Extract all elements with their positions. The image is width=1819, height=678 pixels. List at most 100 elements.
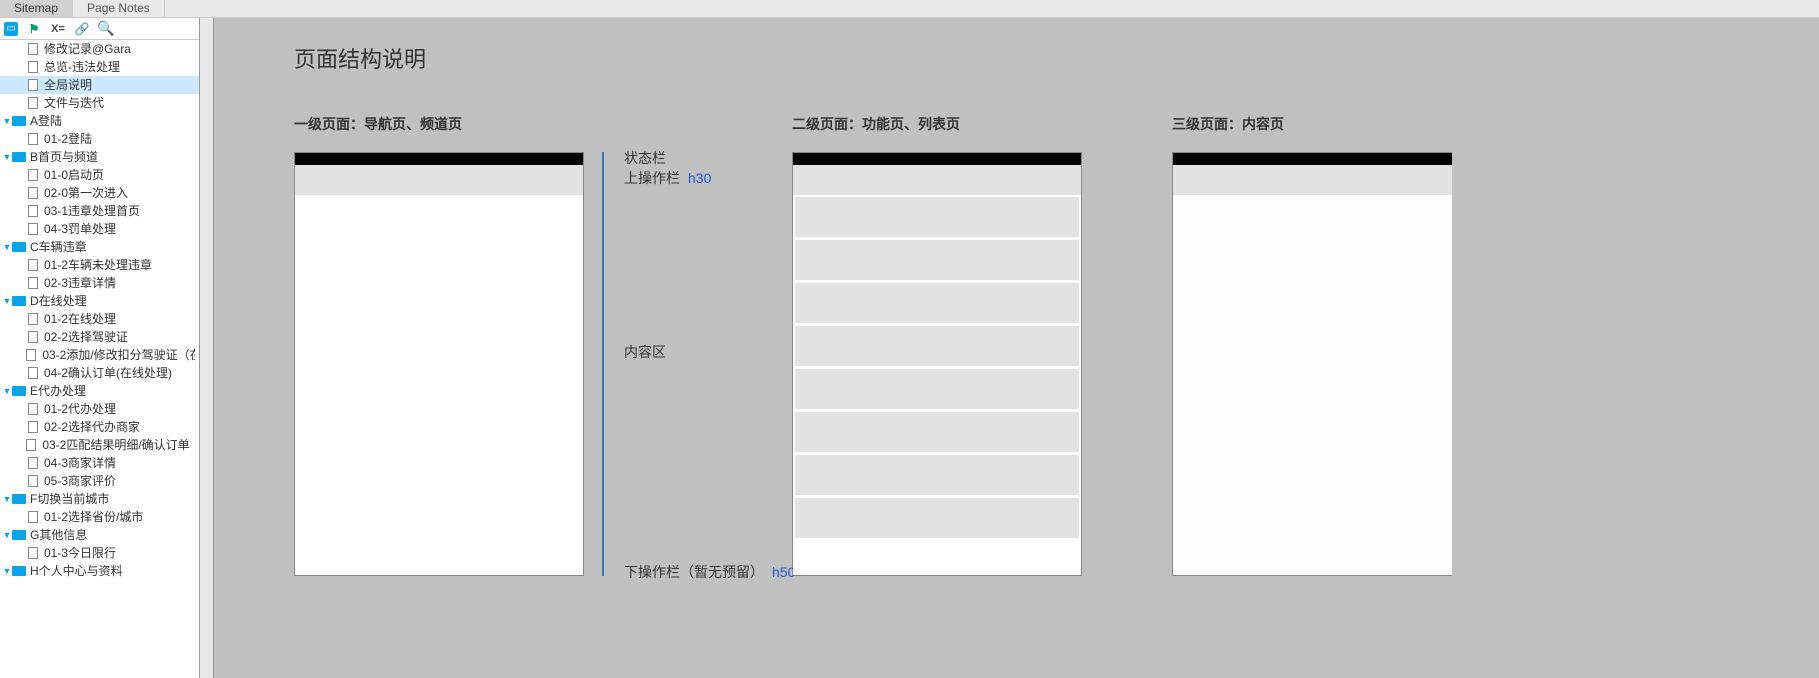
- tree-page[interactable]: 03-2添加/修改扣分驾驶证（在线处: [0, 346, 199, 364]
- tree-folder[interactable]: ▼H个人中心与资料: [0, 562, 199, 580]
- tree-folder[interactable]: ▼F切换当前城市: [0, 490, 199, 508]
- folder-icon: [12, 492, 26, 506]
- sidebar: ▭ ⚑ X= 🔗 🔍 修改记录@Gara总览-违法处理全局说明文件与迭代▼A登陆…: [0, 18, 200, 678]
- tree-item-label: 03-2匹配结果明细/确认订单（代办: [42, 436, 195, 454]
- tree-item-label: 01-3今日限行: [44, 544, 116, 562]
- folder-icon: [12, 240, 26, 254]
- tree-page[interactable]: 全局说明: [0, 76, 199, 94]
- section-level-3: 三级页面：内容页: [1172, 114, 1452, 576]
- page-icon: [26, 258, 40, 272]
- tree-twisty-icon[interactable]: ▼: [2, 238, 12, 256]
- tree-item-label: 02-2选择驾驶证: [44, 328, 128, 346]
- list-item: [795, 240, 1079, 280]
- folder-icon: [12, 564, 26, 578]
- tree-page[interactable]: 05-3商家评价: [0, 472, 199, 490]
- folder-icon: [12, 528, 26, 542]
- tree-page[interactable]: 修改记录@Gara: [0, 40, 199, 58]
- tree-twisty-icon[interactable]: ▼: [2, 490, 12, 508]
- tree-item-label: 01-0启动页: [44, 166, 104, 184]
- folder-icon: [12, 384, 26, 398]
- tree-page[interactable]: 02-0第一次进入: [0, 184, 199, 202]
- tree-page[interactable]: 04-2确认订单(在线处理): [0, 364, 199, 382]
- page-icon: [26, 276, 40, 290]
- tree-page[interactable]: 01-0启动页: [0, 166, 199, 184]
- wf-content: [295, 195, 583, 575]
- tree-folder[interactable]: ▼E代办处理: [0, 382, 199, 400]
- page-icon: [26, 186, 40, 200]
- section-title: 二级页面：功能页、列表页: [792, 114, 1082, 134]
- folder-icon: [12, 114, 26, 128]
- annot-topbar: 上操作栏h30: [624, 168, 711, 188]
- wireframe-level-2: [792, 152, 1082, 576]
- search-icon[interactable]: 🔍: [98, 21, 114, 37]
- list-item: [795, 283, 1079, 323]
- page-icon: [24, 438, 38, 452]
- variables-icon[interactable]: X=: [50, 21, 66, 37]
- flag-icon[interactable]: ⚑: [26, 21, 42, 37]
- tree-twisty-icon[interactable]: ▼: [2, 382, 12, 400]
- list-item: [795, 498, 1079, 538]
- tree-page[interactable]: 总览-违法处理: [0, 58, 199, 76]
- tree-page[interactable]: 03-1违章处理首页: [0, 202, 199, 220]
- tree-page[interactable]: 02-2选择代办商家: [0, 418, 199, 436]
- wireframe-level-3: [1172, 152, 1452, 576]
- tree-twisty-icon[interactable]: ▼: [2, 112, 12, 130]
- tree-page[interactable]: 01-2在线处理: [0, 310, 199, 328]
- tree-page[interactable]: 03-2匹配结果明细/确认订单（代办: [0, 436, 199, 454]
- tree-folder[interactable]: ▼B首页与频道: [0, 148, 199, 166]
- page-icon: [26, 78, 40, 92]
- tree-item-label: 01-2车辆未处理违章: [44, 256, 152, 274]
- sidebar-scrollbar[interactable]: [200, 18, 214, 678]
- tree-twisty-icon[interactable]: ▼: [2, 562, 12, 580]
- tree-page[interactable]: 01-2车辆未处理违章: [0, 256, 199, 274]
- tree-item-label: 01-2代办处理: [44, 400, 116, 418]
- page-icon: [26, 474, 40, 488]
- tree-item-label: 02-2选择代办商家: [44, 418, 140, 436]
- page-icon: [26, 420, 40, 434]
- tree-folder[interactable]: ▼ G其他信息: [0, 526, 199, 544]
- tree-item-label: 03-2添加/修改扣分驾驶证（在线处: [42, 346, 195, 364]
- tree-page[interactable]: 01-2代办处理: [0, 400, 199, 418]
- tree-page[interactable]: 01-2选择省份/城市: [0, 508, 199, 526]
- tree-page[interactable]: 04-3商家详情: [0, 454, 199, 472]
- tree-item-label: 01-2在线处理: [44, 310, 116, 328]
- tree-folder[interactable]: ▼A登陆: [0, 112, 199, 130]
- page-icon: [26, 330, 40, 344]
- page-icon: [26, 510, 40, 524]
- list-item: [795, 197, 1079, 237]
- wireframe-level-1: [294, 152, 584, 576]
- tree-page[interactable]: 02-3违章详情: [0, 274, 199, 292]
- tree-item-label: 04-2确认订单(在线处理): [44, 364, 172, 382]
- wf-content: [793, 195, 1081, 575]
- tree-item-label: G其他信息: [30, 526, 87, 544]
- tree-twisty-icon[interactable]: ▼: [2, 292, 12, 310]
- page-icon: [26, 402, 40, 416]
- wf-topbar: [793, 165, 1081, 195]
- annot-statusbar: 状态栏: [624, 148, 666, 168]
- section-level-2: 二级页面：功能页、列表页: [792, 114, 1082, 576]
- tree-page[interactable]: 01-2登陆: [0, 130, 199, 148]
- page-icon: [26, 42, 40, 56]
- tree-item-label: 05-3商家评价: [44, 472, 116, 490]
- new-page-icon[interactable]: ▭: [4, 22, 18, 36]
- tree-item-label: 修改记录@Gara: [44, 40, 131, 58]
- top-tabs: Sitemap Page Notes: [0, 0, 1819, 18]
- annot-topbar-h: h30: [688, 170, 711, 186]
- tree-folder[interactable]: ▼D在线处理: [0, 292, 199, 310]
- tree-page[interactable]: 文件与迭代: [0, 94, 199, 112]
- tab-sitemap[interactable]: Sitemap: [0, 0, 73, 17]
- tree-folder[interactable]: ▼C车辆违章: [0, 238, 199, 256]
- tree-page[interactable]: 02-2选择驾驶证: [0, 328, 199, 346]
- tree-twisty-icon[interactable]: ▼: [2, 526, 12, 544]
- tree-page[interactable]: 01-3今日限行: [0, 544, 199, 562]
- sitemap-tree[interactable]: 修改记录@Gara总览-违法处理全局说明文件与迭代▼A登陆01-2登陆▼B首页与…: [0, 40, 199, 678]
- tree-page[interactable]: 04-3罚单处理: [0, 220, 199, 238]
- page-title: 页面结构说明: [294, 42, 1819, 74]
- folder-icon: [12, 294, 26, 308]
- link-icon[interactable]: 🔗: [74, 21, 90, 37]
- sidebar-toolbar: ▭ ⚑ X= 🔗 🔍: [0, 18, 199, 40]
- tab-page-notes[interactable]: Page Notes: [73, 0, 165, 17]
- page-icon: [24, 348, 38, 362]
- tree-twisty-icon[interactable]: ▼: [2, 148, 12, 166]
- wf-content: [1173, 195, 1452, 575]
